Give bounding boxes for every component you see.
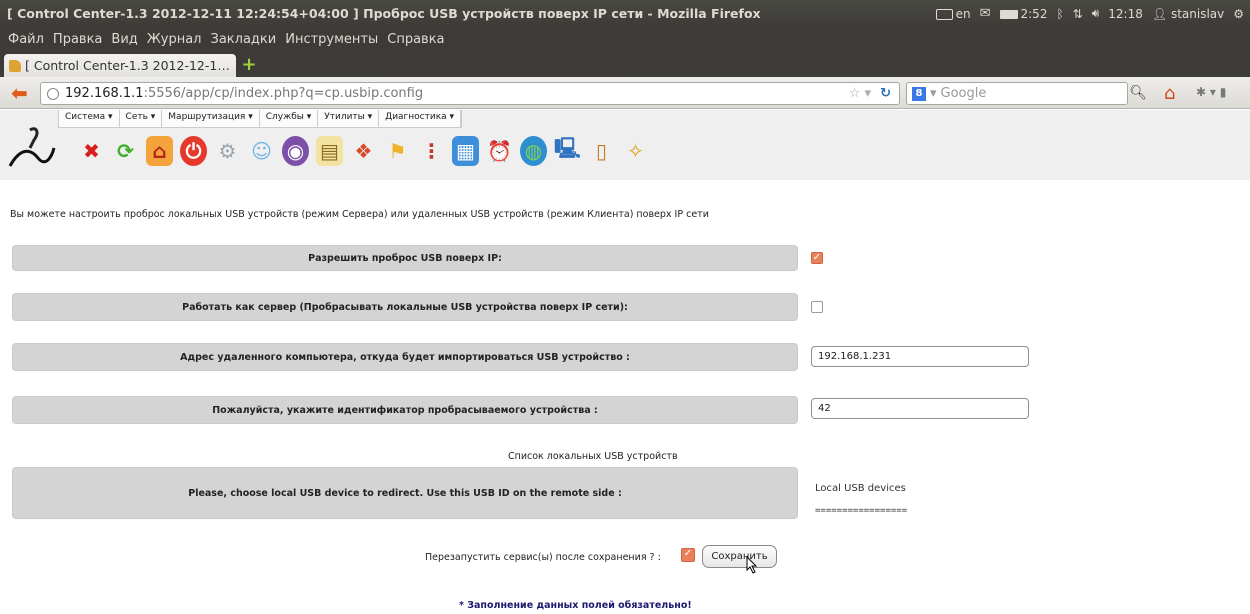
- appmenu-diagnostics[interactable]: Диагностика ▾: [379, 110, 462, 127]
- toolbar-icon-row: ✖ ⟳ ⌂ ⏻ ⚙ ☺ ◉ ▤ ❖ ⚑ ⋮ ▦ ⏰ ◍ 🖳 ▯ ✧: [78, 136, 649, 166]
- menu-help[interactable]: Справка: [387, 32, 444, 47]
- globe-icon[interactable]: ◍: [520, 136, 547, 166]
- enable-usbip-label: Разрешить проброс USB поверх IP:: [12, 245, 798, 271]
- keyboard-layout-indicator[interactable]: en: [935, 7, 971, 21]
- google-engine-icon[interactable]: 8: [912, 86, 926, 101]
- users-icon[interactable]: ☺: [248, 136, 275, 166]
- home-icon[interactable]: ⌂: [1164, 83, 1175, 104]
- network-icon[interactable]: ❖: [350, 136, 377, 166]
- search-icon[interactable]: 🔍︎: [1129, 85, 1147, 101]
- menu-history[interactable]: Журнал: [147, 32, 202, 47]
- save-button[interactable]: Сохранить: [702, 545, 777, 568]
- mouse-cursor-icon: [746, 556, 758, 574]
- tab-strip: [ Control Center-1.3 2012-12-1… +: [0, 52, 1250, 77]
- intro-text: Вы можете настроить проброс локальных US…: [10, 209, 709, 220]
- menu-view[interactable]: Вид: [111, 32, 137, 47]
- session-gear-icon[interactable]: ⚙: [1233, 7, 1244, 21]
- power-icon[interactable]: ⏻: [180, 136, 207, 166]
- remote-address-input[interactable]: [811, 346, 1029, 367]
- home-icon[interactable]: ⌂: [146, 136, 173, 166]
- appmenu-network[interactable]: Сеть ▾: [120, 110, 163, 127]
- local-usb-title: Local USB devices: [815, 483, 906, 494]
- choose-device-label: Please, choose local USB device to redir…: [12, 467, 798, 519]
- refresh-icon[interactable]: ⟳: [112, 136, 139, 166]
- restart-services-checkbox[interactable]: ✓: [681, 548, 695, 562]
- url-path: :5556/app/cp/index.php?q=cp.usbip.config: [143, 86, 424, 101]
- search-engine-dropdown[interactable]: ▾: [930, 86, 937, 101]
- appmenu-services[interactable]: Службы ▾: [260, 110, 319, 127]
- required-fields-note: * Заполнение данных полей обязательно!: [459, 600, 692, 611]
- user-icon: 👤︎: [1151, 6, 1168, 21]
- server-mode-checkbox[interactable]: [811, 301, 823, 313]
- bookmark-star-icon[interactable]: ☆ ▾: [849, 86, 871, 101]
- magic-wand-icon[interactable]: ✧: [622, 136, 649, 166]
- appmenu-system[interactable]: Система ▾: [59, 110, 120, 127]
- server-mode-label: Работать как сервер (Пробрасывать локаль…: [12, 293, 798, 321]
- battery-indicator[interactable]: 2:52: [999, 7, 1047, 21]
- battery-icon: [999, 9, 1018, 19]
- favicon-icon: [9, 59, 21, 72]
- browser-menubar: Файл Правка Вид Журнал Закладки Инструме…: [0, 27, 1250, 52]
- keyboard-icon: [935, 8, 953, 20]
- local-usb-separator: =================: [815, 506, 908, 516]
- clock[interactable]: 12:18: [1108, 7, 1143, 21]
- reload-icon[interactable]: ↻: [880, 86, 891, 101]
- calendar-icon[interactable]: ▦: [452, 136, 479, 166]
- device-id-input[interactable]: [811, 398, 1029, 419]
- enable-usbip-checkbox[interactable]: ✓: [811, 252, 823, 264]
- site-identity-icon[interactable]: [47, 87, 59, 100]
- restart-services-label: Перезапустить сервис(ы) после сохранения…: [425, 552, 661, 563]
- usb-list-caption: Список локальных USB устройств: [508, 451, 678, 462]
- network-updown-icon[interactable]: ⇅: [1073, 7, 1083, 21]
- volume-icon[interactable]: 🔊︎: [1092, 6, 1100, 21]
- search-placeholder: Google: [940, 86, 987, 101]
- navigation-bar: ⬅ 192.168.1.1:5556/app/cp/index.php?q=cp…: [0, 77, 1250, 109]
- device-id-label: Пожалуйста, укажите идентификатор пробра…: [12, 396, 798, 424]
- bluetooth-icon[interactable]: ᛒ: [1056, 7, 1063, 21]
- menu-file[interactable]: Файл: [8, 32, 44, 47]
- close-icon[interactable]: ✖: [78, 136, 105, 166]
- traffic-light-icon[interactable]: ⋮: [418, 136, 445, 166]
- menu-edit[interactable]: Правка: [53, 32, 102, 47]
- flag-icon[interactable]: ⚑: [384, 136, 411, 166]
- remote-address-label: Адрес удаленного компьютера, откуда буде…: [12, 343, 798, 371]
- window-title: [ Control Center-1.3 2012-12-11 12:24:54…: [7, 6, 761, 21]
- back-button[interactable]: ⬅: [11, 83, 33, 103]
- tab-label: [ Control Center-1.3 2012-12-1…: [25, 58, 230, 73]
- app-menu: Система ▾ Сеть ▾ Маршрутизация ▾ Службы …: [58, 110, 463, 128]
- url-host: 192.168.1.1: [65, 86, 144, 101]
- app-toolbar: Система ▾ Сеть ▾ Маршрутизация ▾ Службы …: [0, 110, 1250, 180]
- system-tray: en ✉ 2:52 ᛒ ⇅ 🔊︎ 12:18 👤︎ stanislav ⚙: [935, 0, 1244, 27]
- document-icon[interactable]: ▤: [316, 136, 343, 166]
- addon-icons[interactable]: ✱ ▾ ▮: [1196, 85, 1226, 99]
- computer-icon[interactable]: 🖳: [554, 136, 581, 166]
- local-usb-list: Local USB devices =================: [815, 477, 907, 523]
- new-tab-button[interactable]: +: [240, 56, 258, 74]
- mail-icon[interactable]: ✉: [980, 6, 991, 21]
- user-menu[interactable]: 👤︎ stanislav: [1152, 7, 1224, 21]
- appmenu-utilities[interactable]: Утилиты ▾: [318, 110, 380, 127]
- alarm-clock-icon[interactable]: ⏰: [486, 136, 513, 166]
- trash-icon[interactable]: ▯: [588, 136, 615, 166]
- tab-control-center[interactable]: [ Control Center-1.3 2012-12-1…: [4, 54, 236, 77]
- appmenu-routing[interactable]: Маршрутизация ▾: [162, 110, 260, 127]
- search-bar[interactable]: 8 ▾ Google 🔍︎: [906, 82, 1147, 105]
- url-bar[interactable]: 192.168.1.1:5556/app/cp/index.php?q=cp.u…: [40, 82, 900, 105]
- menu-bookmarks[interactable]: Закладки: [211, 32, 277, 47]
- disk-icon[interactable]: ◉: [282, 136, 309, 166]
- settings-icon[interactable]: ⚙: [214, 136, 241, 166]
- app-logo: [8, 127, 56, 167]
- window-titlebar: [ Control Center-1.3 2012-12-11 12:24:54…: [0, 0, 1250, 27]
- menu-tools[interactable]: Инструменты: [285, 32, 378, 47]
